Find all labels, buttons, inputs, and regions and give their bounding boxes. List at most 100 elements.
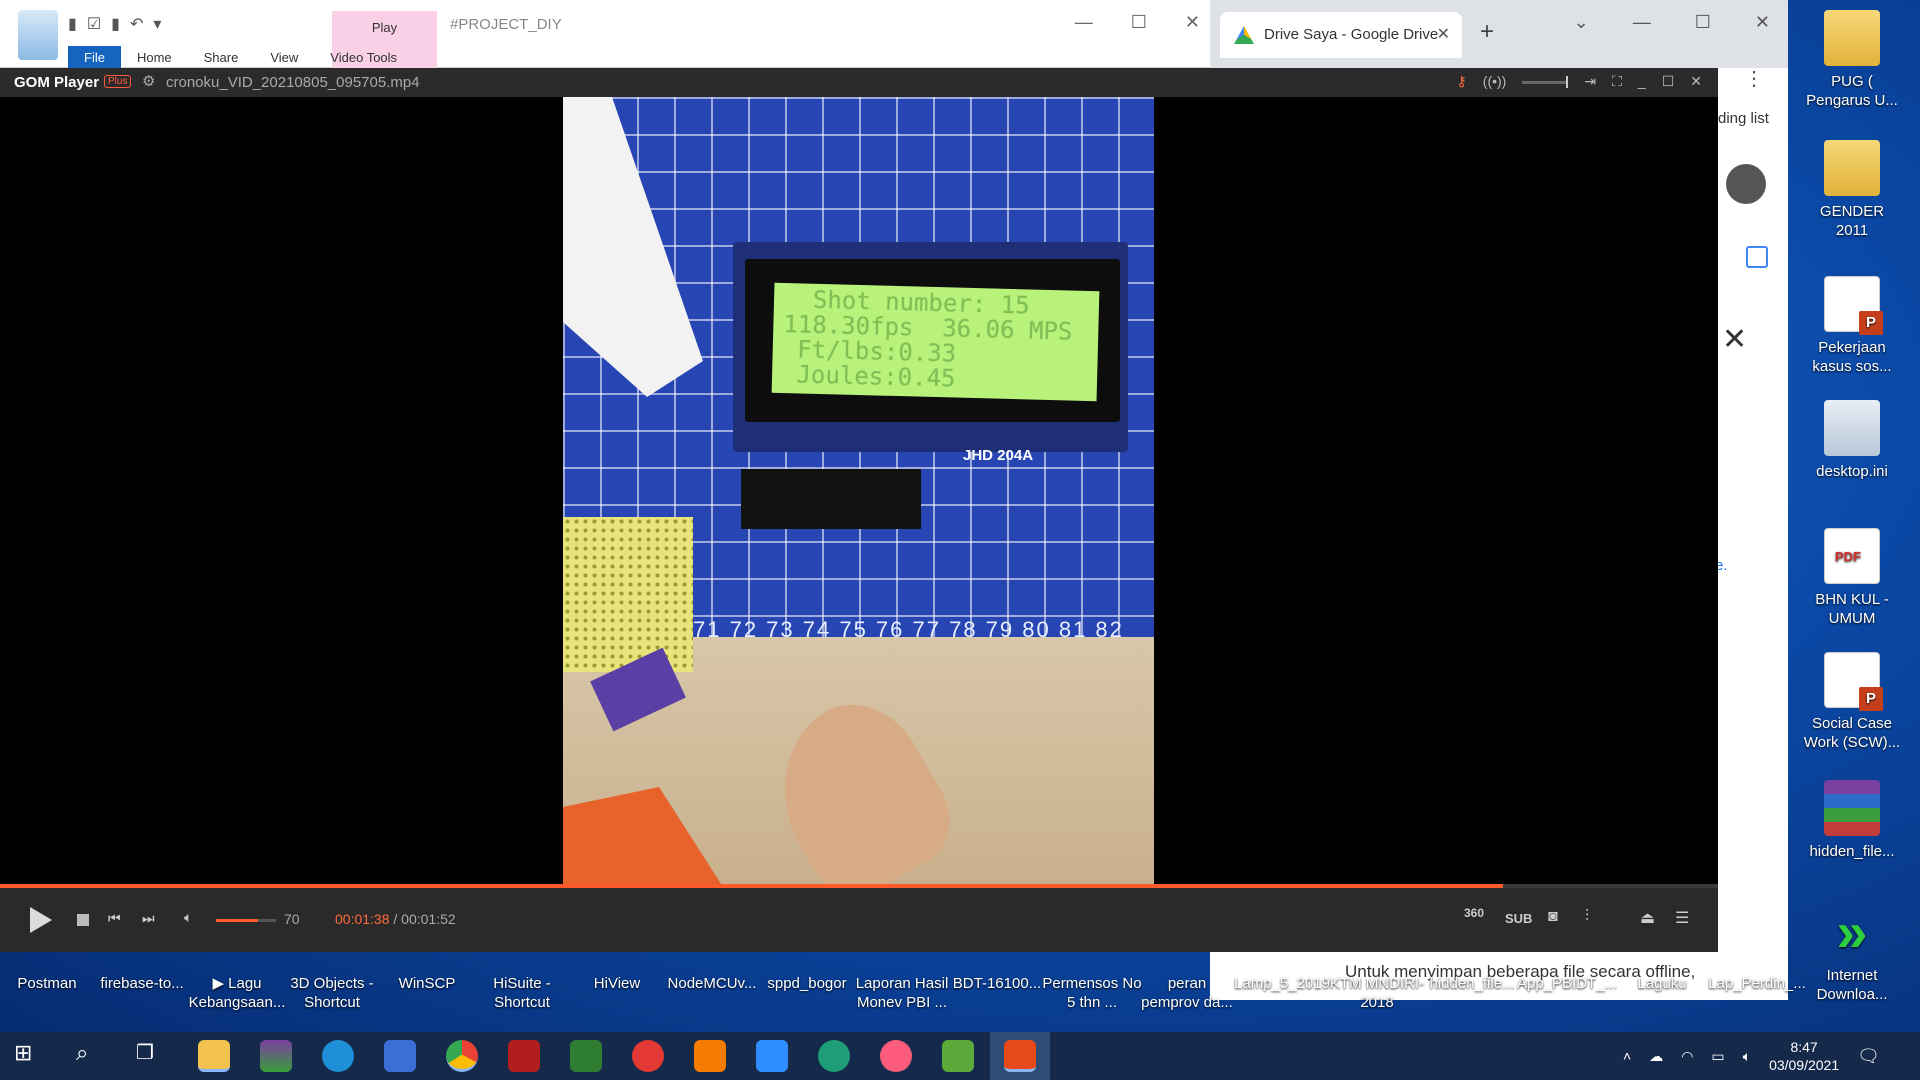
edge-icon[interactable]	[322, 1040, 354, 1072]
new-tab-icon[interactable]: +	[1480, 18, 1494, 46]
desktop-icon-peran-pemprov[interactable]: peran pemprov da...	[1137, 974, 1237, 1012]
more-options-icon[interactable]: ⋮	[1744, 66, 1764, 91]
battery-icon[interactable]: ▭	[1711, 1048, 1724, 1065]
cloud-icon[interactable]: ☁	[1649, 1048, 1663, 1065]
eject-icon[interactable]: ⏏	[1640, 908, 1655, 928]
store-icon[interactable]	[384, 1040, 416, 1072]
desktop-icon-hisuite[interactable]: HiSuite - Shortcut	[472, 974, 572, 1012]
winrar-icon[interactable]	[260, 1040, 292, 1072]
tab-home[interactable]: Home	[121, 46, 188, 69]
desktop-icon-gender[interactable]: GENDER 2011	[1802, 140, 1902, 240]
xampp-icon[interactable]	[694, 1040, 726, 1072]
fullscreen-icon[interactable]: ⛶	[1612, 73, 1622, 90]
wifi-icon[interactable]: ◠	[1681, 1048, 1693, 1065]
play-button[interactable]	[30, 907, 52, 933]
vr-360-button[interactable]: 360	[1464, 906, 1484, 920]
previous-button[interactable]: ⏮	[108, 910, 121, 927]
desktop-icon-bdt[interactable]: BDT-16100...	[947, 974, 1047, 993]
undo-icon[interactable]: ↶	[130, 14, 143, 34]
tab-search-icon[interactable]: ⌄	[1574, 12, 1589, 33]
broadcast-icon[interactable]: ((•))	[1483, 73, 1507, 90]
desktop-icon-winscp[interactable]: WinSCP	[377, 974, 477, 993]
minimize-icon[interactable]: —	[1633, 12, 1651, 33]
pin-icon[interactable]: ⇥	[1584, 73, 1596, 90]
volume-value: 70	[284, 911, 300, 927]
desktop-icon-app-pbidt[interactable]: App_PBIDT_...	[1517, 974, 1617, 993]
notification-icon[interactable]: 🗨︎	[1857, 1046, 1880, 1067]
desktop-icon-lap-perdin[interactable]: Lap_Perdin_...	[1707, 974, 1807, 993]
desktop-icon-pekerjaan[interactable]: Pekerjaan kasus sos...	[1802, 276, 1902, 376]
desktop-icon-laguku[interactable]: Laguku	[1612, 974, 1712, 993]
gear-icon[interactable]: ⚙	[142, 72, 155, 90]
search-icon[interactable]: ⌕	[76, 1040, 108, 1072]
desktop-icon-nodemcu[interactable]: NodeMCUv...	[662, 974, 762, 993]
minimize-icon[interactable]: _	[1638, 73, 1646, 90]
clock[interactable]: 8:47 03/09/2021	[1769, 1038, 1839, 1074]
tab-share[interactable]: Share	[188, 46, 255, 69]
chevron-down-icon[interactable]: ▾	[153, 14, 161, 34]
desktop-icon-idm[interactable]: » Internet Downloa...	[1802, 904, 1902, 1004]
opacity-slider[interactable]	[1522, 76, 1569, 88]
maximize-icon[interactable]: ☐	[1662, 73, 1675, 90]
chevron-up-icon[interactable]: ˄	[1623, 1048, 1631, 1064]
desktop-icon-sppd-bogor[interactable]: sppd_bogor	[757, 974, 857, 993]
close-icon[interactable]: ✕	[1755, 12, 1770, 33]
properties-icon[interactable]: ☑	[87, 14, 101, 34]
app-icon[interactable]	[508, 1040, 540, 1072]
volume-icon[interactable]: 🔈︎	[1743, 1048, 1751, 1065]
stop-button[interactable]	[77, 914, 89, 926]
volume-icon[interactable]: 🔈︎	[184, 909, 192, 926]
desktop-icon-laporan-hasil[interactable]: Laporan Hasil Monev PBI ...	[852, 974, 952, 1012]
desktop-icon-permensos[interactable]: Permensos No 5 thn ...	[1042, 974, 1142, 1012]
close-icon[interactable]: ✕	[1185, 12, 1200, 33]
desktop-icon-postman[interactable]: Postman	[0, 974, 97, 993]
minimize-icon[interactable]: —	[1075, 12, 1093, 33]
desktop-icon-hidden-file[interactable]: hidden_file...	[1802, 780, 1902, 861]
tab-view[interactable]: View	[254, 46, 314, 69]
task-view-icon[interactable]: ❐	[136, 1040, 168, 1072]
app-icon[interactable]	[632, 1040, 664, 1072]
desktop-icon-3d-objects[interactable]: 3D Objects - Shortcut	[282, 974, 382, 1012]
zoom-icon[interactable]	[756, 1040, 788, 1072]
volume-slider[interactable]	[216, 919, 276, 922]
new-folder-icon[interactable]: ▮	[111, 14, 120, 34]
dreamweaver-icon[interactable]	[570, 1040, 602, 1072]
desktop-icon-social-case[interactable]: Social Case Work (SCW)...	[1802, 652, 1902, 752]
itunes-icon[interactable]	[880, 1040, 912, 1072]
file-explorer-icon[interactable]	[198, 1040, 230, 1072]
desktop-icon-lamp5[interactable]: Lamp_5_2019	[1232, 974, 1332, 993]
desktop-icon-firebase[interactable]: firebase-to...	[92, 974, 192, 993]
close-icon[interactable]: ✕	[1690, 73, 1702, 90]
windows-start-icon[interactable]: ⊞	[14, 1040, 46, 1072]
tab-video-tools[interactable]: Video Tools	[314, 46, 413, 69]
maximize-icon[interactable]: ☐	[1695, 12, 1711, 33]
chrome-tabbar: Drive Saya - Google Drive ✕ + ⌄ — ☐ ✕	[1210, 0, 1788, 68]
subtitle-button[interactable]: SUB	[1505, 911, 1532, 926]
folder-icon[interactable]: ▮	[68, 14, 77, 34]
recycle-bin-icon[interactable]	[18, 10, 58, 60]
close-panel-icon[interactable]: ✕	[1722, 322, 1747, 357]
video-area[interactable]: Shot number: 15 118.30fps 36.06 MPS Ft/l…	[0, 97, 1718, 884]
equalizer-icon[interactable]: ⫶	[1585, 908, 1589, 926]
desktop-icon-hidden-file-2[interactable]: hidden_file...	[1422, 974, 1522, 993]
close-tab-icon[interactable]: ✕	[1437, 24, 1450, 44]
desktop-icon-ktm[interactable]: KTM MNDIRI-2018	[1327, 974, 1427, 1012]
avatar[interactable]	[1726, 164, 1766, 204]
next-button[interactable]: ⏭	[142, 910, 155, 927]
playlist-icon[interactable]: ☰	[1675, 908, 1689, 928]
tab-file[interactable]: File	[68, 46, 121, 69]
desktop-icon-lagu-kebangsaan[interactable]: ▶ Lagu Kebangsaan...	[187, 974, 287, 1012]
desktop-icon-pug[interactable]: PUG ( Pengarus U...	[1802, 10, 1902, 110]
key-icon[interactable]: ⚷	[1457, 73, 1467, 90]
desktop-icon-bhn-kul[interactable]: BHN KUL -UMUM	[1802, 528, 1902, 628]
gom-player-icon[interactable]	[1004, 1040, 1036, 1072]
desktop-icon-desktop-ini[interactable]: desktop.ini	[1802, 400, 1902, 481]
calendar-icon[interactable]	[1746, 246, 1768, 268]
desktop-icon-hiview[interactable]: HiView	[567, 974, 667, 993]
tab-google-drive[interactable]: Drive Saya - Google Drive ✕	[1220, 12, 1462, 58]
chart-app-icon[interactable]	[942, 1040, 974, 1072]
maximize-icon[interactable]: ☐	[1131, 12, 1147, 33]
chrome-icon[interactable]	[446, 1040, 478, 1072]
android-studio-icon[interactable]	[818, 1040, 850, 1072]
camera-icon[interactable]: ◙	[1548, 908, 1558, 926]
